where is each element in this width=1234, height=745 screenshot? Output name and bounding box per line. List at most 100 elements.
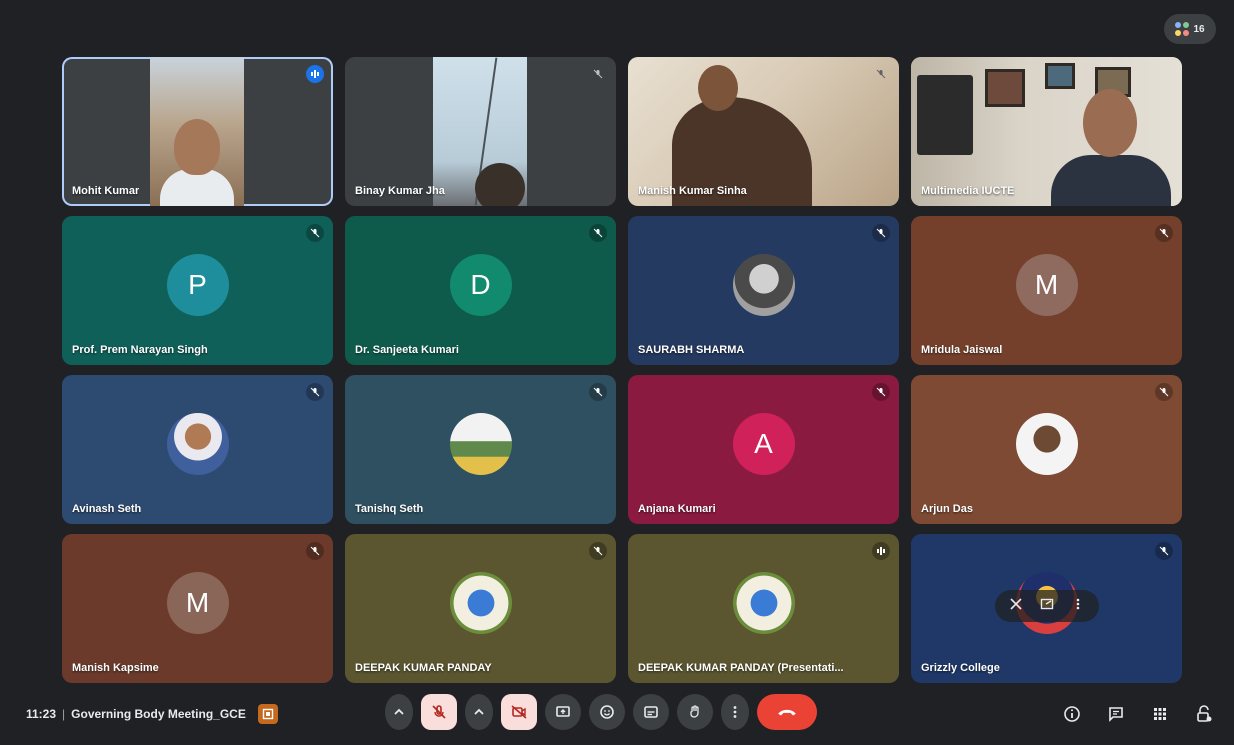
participant-tile[interactable]: DEEPAK KUMAR PANDAY <box>345 534 616 683</box>
participant-name: Mridula Jaiswal <box>921 344 1003 356</box>
participant-name: Anjana Kumari <box>638 503 716 515</box>
chevron-up-icon <box>474 708 484 715</box>
participant-tile[interactable]: D Dr. Sanjeeta Kumari <box>345 216 616 365</box>
participant-name: Multimedia IUCTE <box>921 185 1015 197</box>
info-icon <box>1064 706 1080 722</box>
end-call-icon <box>778 709 796 716</box>
participant-grid: Mohit Kumar Binay Kumar Jha Manish Kumar… <box>62 57 1182 683</box>
participant-name: DEEPAK KUMAR PANDAY <box>355 662 492 674</box>
participant-tile[interactable]: DEEPAK KUMAR PANDAY (Presentati... <box>628 534 899 683</box>
participant-name: Grizzly College <box>921 662 1000 674</box>
clock-time: 11:23 <box>26 707 57 721</box>
emoji-icon <box>600 705 614 719</box>
participant-tile[interactable]: P Prof. Prem Narayan Singh <box>62 216 333 365</box>
lock-person-icon <box>1197 705 1212 722</box>
grid-apps-icon <box>1154 708 1166 720</box>
captions-button[interactable] <box>633 694 669 730</box>
participant-name: DEEPAK KUMAR PANDAY (Presentati... <box>638 662 844 674</box>
participant-name: Mohit Kumar <box>72 185 140 197</box>
participant-tile[interactable]: SAURABH SHARMA <box>628 216 899 365</box>
video-face <box>1083 89 1137 157</box>
mic-off-icon <box>589 224 607 242</box>
avatar-photo <box>1015 412 1078 475</box>
participant-name: Manish Kumar Sinha <box>638 185 747 197</box>
meeting-title: Governing Body Meeting_GCE <box>71 707 246 721</box>
mic-off-icon <box>872 224 890 242</box>
participant-name: SAURABH SHARMA <box>638 344 745 356</box>
mic-off-icon <box>1155 542 1173 560</box>
meeting-details-button[interactable] <box>1060 702 1084 726</box>
participants-chip[interactable]: 16 <box>1164 14 1216 44</box>
separator: | <box>62 707 66 721</box>
chevron-up-icon <box>394 708 404 715</box>
more-vert-icon <box>733 706 737 718</box>
participant-name: Manish Kapsime <box>72 662 159 674</box>
raise-hand-button[interactable] <box>677 694 713 730</box>
tile-actions-pill[interactable] <box>995 590 1099 622</box>
bottom-bar: 11:23 | Governing Body Meeting_GCE <box>0 690 1234 740</box>
pin-icon[interactable] <box>1009 597 1023 616</box>
mic-off-icon <box>1155 224 1173 242</box>
participant-tile[interactable]: Tanishq Seth <box>345 375 616 524</box>
chat-icon <box>1109 707 1123 722</box>
mic-off-icon <box>432 705 446 719</box>
participant-tile[interactable]: Avinash Seth <box>62 375 333 524</box>
people-icon <box>1175 22 1190 36</box>
activities-button[interactable] <box>1148 702 1172 726</box>
participant-tile[interactable]: M Manish Kapsime <box>62 534 333 683</box>
participant-count: 16 <box>1193 23 1205 35</box>
meeting-info: 11:23 | Governing Body Meeting_GCE <box>26 704 278 724</box>
host-controls-button[interactable] <box>1192 702 1216 726</box>
mic-off-icon <box>872 65 890 83</box>
mic-off-icon <box>589 542 607 560</box>
participant-name: Arjun Das <box>921 503 973 515</box>
mic-off-icon <box>589 383 607 401</box>
mic-off-icon <box>1155 383 1173 401</box>
more-options-button[interactable] <box>721 694 749 730</box>
mic-off-icon <box>306 224 324 242</box>
avatar: D <box>449 253 512 316</box>
butterfly-logo-icon <box>449 571 512 634</box>
participant-tile[interactable]: Grizzly College <box>911 534 1182 683</box>
participant-name: Prof. Prem Narayan Singh <box>72 344 208 356</box>
picture-in-picture-icon[interactable] <box>1040 597 1054 616</box>
camera-off-icon <box>511 705 527 719</box>
video-detail <box>985 69 1025 107</box>
recording-badge-icon[interactable] <box>257 704 278 724</box>
hand-icon <box>690 705 699 718</box>
video-person <box>475 163 525 206</box>
present-button[interactable] <box>545 694 581 730</box>
reactions-button[interactable] <box>589 694 625 730</box>
participant-tile[interactable]: M Mridula Jaiswal <box>911 216 1182 365</box>
more-options-icon[interactable] <box>1071 597 1085 616</box>
avatar-photo <box>166 412 229 475</box>
participant-name: Binay Kumar Jha <box>355 185 445 197</box>
video-person <box>1051 155 1171 206</box>
audio-options-button[interactable] <box>385 694 413 730</box>
avatar: M <box>166 571 229 634</box>
participant-tile[interactable]: A Anjana Kumari <box>628 375 899 524</box>
call-controls <box>385 694 817 730</box>
chat-button[interactable] <box>1104 702 1128 726</box>
video-face <box>698 65 738 111</box>
captions-icon <box>644 706 658 718</box>
participant-tile[interactable]: Multimedia IUCTE <box>911 57 1182 206</box>
participant-tile[interactable]: Arjun Das <box>911 375 1182 524</box>
butterfly-logo-icon <box>732 571 795 634</box>
participant-tile[interactable]: Mohit Kumar <box>62 57 333 206</box>
avatar: M <box>1015 253 1078 316</box>
present-screen-icon <box>556 706 570 717</box>
camera-toggle-button[interactable] <box>501 694 537 730</box>
video-detail <box>1045 63 1075 89</box>
leave-call-button[interactable] <box>757 694 817 730</box>
mic-toggle-button[interactable] <box>421 694 457 730</box>
mic-off-icon <box>589 65 607 83</box>
avatar: A <box>732 412 795 475</box>
video-options-button[interactable] <box>465 694 493 730</box>
participant-name: Avinash Seth <box>72 503 142 515</box>
speaking-icon <box>872 542 890 560</box>
participant-tile[interactable]: Binay Kumar Jha <box>345 57 616 206</box>
mic-off-icon <box>872 383 890 401</box>
avatar: P <box>166 253 229 316</box>
participant-tile[interactable]: Manish Kumar Sinha <box>628 57 899 206</box>
